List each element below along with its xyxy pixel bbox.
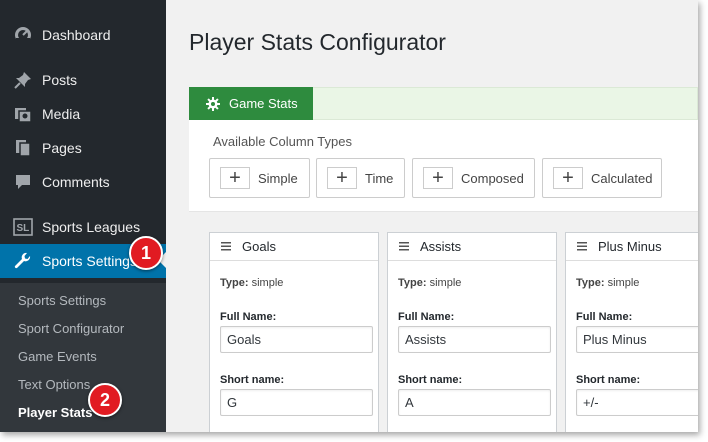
stat-card-assists: Assists Type: simple Full Name: Assists … — [387, 232, 557, 432]
pin-icon — [13, 70, 33, 90]
button-label: Composed — [461, 170, 524, 186]
type-label: Type: — [220, 277, 249, 289]
submenu-item-game-events[interactable]: Game Events — [18, 349, 97, 364]
pages-icon — [13, 138, 33, 158]
full-name-input[interactable]: Plus Minus — [576, 326, 698, 353]
drag-handle-icon[interactable] — [221, 242, 231, 251]
drag-handle-icon[interactable] — [577, 242, 587, 251]
sidebar-item-label: Pages — [42, 140, 82, 156]
sidebar-item-label: Sports Settings — [42, 253, 137, 269]
media-icon — [13, 104, 33, 124]
full-name-input[interactable]: Goals — [220, 326, 373, 353]
sidebar-item-label: Comments — [42, 174, 110, 190]
short-name-input[interactable]: +/- — [576, 389, 698, 416]
card-header[interactable]: Assists — [388, 233, 556, 261]
sidebar-item-label: Posts — [42, 72, 78, 88]
short-name-label: Short name: — [398, 374, 463, 386]
short-name-label: Short name: — [576, 374, 641, 386]
submenu-item-sports-settings[interactable]: Sports Settings — [18, 293, 106, 308]
full-name-label: Full Name: — [220, 311, 277, 323]
short-name-label: Short name: — [220, 374, 285, 386]
column-types-panel: Available Column Types + Simple + Time +… — [189, 120, 698, 212]
column-types-label: Available Column Types — [213, 134, 352, 149]
add-simple-button[interactable]: + Simple — [209, 158, 310, 198]
full-name-label: Full Name: — [576, 311, 633, 323]
sidebar-item-label: Media — [42, 106, 81, 122]
full-name-label: Full Name: — [398, 311, 455, 323]
tab-game-stats[interactable]: Game Stats — [189, 87, 313, 120]
sidebar-item-posts[interactable]: Posts — [0, 63, 166, 97]
plus-icon: + — [327, 167, 357, 189]
page-title: Player Stats Configurator — [189, 29, 446, 55]
sidebar-item-media[interactable]: Media — [0, 97, 166, 131]
card-title: Plus Minus — [598, 239, 662, 254]
type-label: Type: — [576, 277, 605, 289]
button-label: Time — [365, 170, 394, 186]
card-header[interactable]: Plus Minus — [566, 233, 698, 261]
plus-icon: + — [220, 167, 250, 189]
menu-separator — [0, 52, 166, 60]
type-label: Type: — [398, 277, 427, 289]
sidebar-item-comments[interactable]: Comments — [0, 165, 166, 199]
add-calculated-button[interactable]: + Calculated — [542, 158, 662, 198]
submenu-item-text-options[interactable]: Text Options — [18, 377, 90, 392]
stat-card-plus-minus: Plus Minus Type: simple Full Name: Plus … — [565, 232, 698, 432]
stat-card-goals: Goals Type: simple Full Name: Goals Shor… — [209, 232, 379, 432]
card-type: Type: simple — [576, 277, 639, 289]
step-badge-2: 2 — [88, 383, 122, 417]
card-header[interactable]: Goals — [210, 233, 378, 261]
plus-icon: + — [423, 167, 453, 189]
wrench-icon — [13, 251, 33, 271]
screenshot-frame: Dashboard Posts Media Pages Comments SL … — [0, 0, 698, 432]
button-label: Calculated — [591, 170, 653, 186]
card-type: Type: simple — [398, 277, 461, 289]
sidebar-item-dashboard[interactable]: Dashboard — [0, 18, 166, 52]
menu-separator — [0, 199, 166, 207]
card-title: Assists — [420, 239, 462, 254]
type-value: simple — [251, 277, 284, 289]
sl-logo-icon: SL — [13, 217, 33, 237]
card-type: Type: simple — [220, 277, 283, 289]
submenu-item-sport-configurator[interactable]: Sport Configurator — [18, 321, 124, 336]
card-title: Goals — [242, 239, 276, 254]
short-name-input[interactable]: G — [220, 389, 373, 416]
gear-icon — [206, 96, 220, 111]
sports-settings-submenu: Sports Settings Sport Configurator Game … — [0, 283, 166, 432]
add-time-button[interactable]: + Time — [316, 158, 405, 198]
admin-sidebar: Dashboard Posts Media Pages Comments SL … — [0, 0, 166, 432]
dashboard-icon — [13, 25, 33, 45]
submenu-item-player-stats[interactable]: Player Stats — [18, 405, 92, 420]
type-value: simple — [607, 277, 640, 289]
drag-handle-icon[interactable] — [399, 242, 409, 251]
step-badge-1: 1 — [129, 236, 163, 270]
svg-text:SL: SL — [17, 223, 30, 234]
type-value: simple — [429, 277, 462, 289]
button-label: Simple — [258, 170, 298, 186]
plus-icon: + — [553, 167, 583, 189]
full-name-input[interactable]: Assists — [398, 326, 551, 353]
add-composed-button[interactable]: + Composed — [412, 158, 535, 198]
tab-label: Game Stats — [229, 96, 298, 111]
comments-icon — [13, 172, 33, 192]
short-name-input[interactable]: A — [398, 389, 551, 416]
sidebar-item-pages[interactable]: Pages — [0, 131, 166, 165]
sidebar-item-label: Dashboard — [42, 27, 111, 43]
sidebar-item-label: Sports Leagues — [42, 219, 141, 235]
